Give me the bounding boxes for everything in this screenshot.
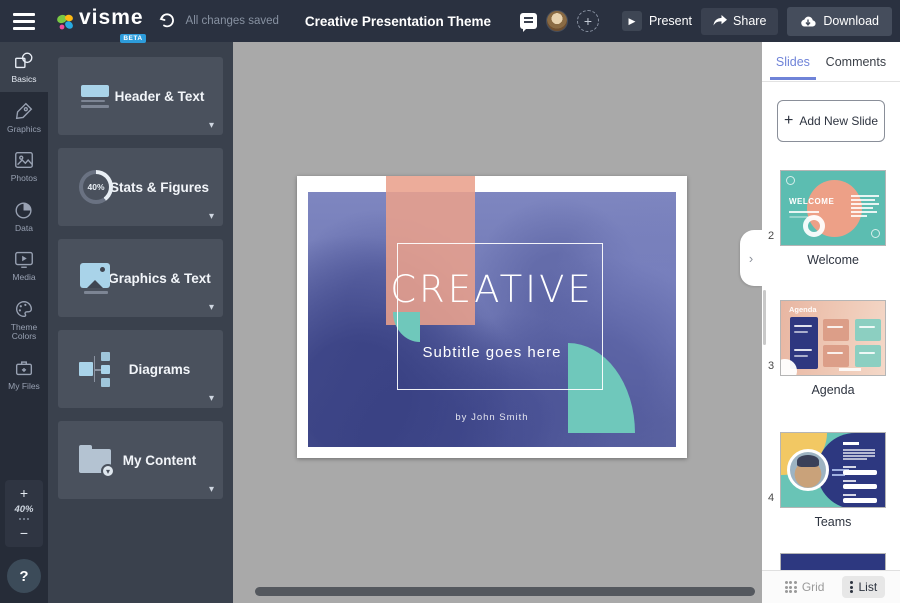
slide-thumbnail-label: Welcome [780, 253, 886, 267]
palette-icon [13, 298, 35, 320]
zoom-in-button[interactable]: + [20, 486, 28, 500]
zoom-widget: + 40% − [5, 480, 43, 547]
slide-thumbnail-row: Agenda 3 Agenda [780, 300, 886, 397]
vector-icon [13, 100, 35, 122]
invite-plus-icon: + [584, 13, 592, 29]
header-text-icon [81, 85, 111, 108]
grid-icon [785, 581, 797, 593]
rail-item-theme-colors[interactable]: Theme Colors [0, 290, 48, 349]
panel-tabs: Slides Comments [762, 42, 900, 82]
invite-collaborator-button[interactable]: + [577, 10, 599, 32]
shapes-icon [13, 50, 35, 72]
undo-button[interactable] [156, 10, 178, 32]
agenda-salmon-card [823, 345, 849, 367]
rail-item-media[interactable]: Media [0, 240, 48, 290]
panel-collapse-handle[interactable]: › [740, 230, 762, 286]
chevron-right-icon: › [749, 251, 753, 266]
current-slide[interactable]: CREATIVE Subtitle goes here by John Smit… [297, 176, 687, 458]
slide-thumbnail-partial[interactable] [780, 553, 886, 570]
briefcase-icon [13, 357, 35, 379]
expand-caret-icon[interactable]: ▾ [209, 393, 214, 404]
welcome-ring-icon [786, 176, 795, 185]
share-button[interactable]: Share [701, 8, 778, 35]
left-icon-rail: Basics Graphics Photos Data Media Theme … [0, 42, 48, 603]
welcome-ring-icon [871, 229, 880, 238]
section-diagrams[interactable]: Diagrams ▾ [58, 330, 223, 408]
stats-donut-icon: 40% [79, 170, 113, 204]
zoom-level: 40% [14, 504, 33, 515]
visme-editor: visme BETA All changes saved Creative Pr… [0, 0, 900, 603]
play-icon: ▶ [622, 11, 642, 31]
rail-item-graphics[interactable]: Graphics [0, 92, 48, 142]
basics-panel: Header & Text ▾ 40% Stats & Figures ▾ Gr… [48, 42, 233, 603]
editor-canvas[interactable]: CREATIVE Subtitle goes here by John Smit… [233, 42, 762, 603]
tab-comments[interactable]: Comments [824, 44, 888, 80]
pie-chart-icon [13, 199, 35, 221]
expand-caret-icon[interactable]: ▾ [209, 302, 214, 313]
slide-number: 4 [768, 492, 774, 504]
visme-logo[interactable]: visme BETA [54, 8, 144, 34]
expand-caret-icon[interactable]: ▾ [209, 484, 214, 495]
agenda-teal-card [855, 319, 881, 341]
expand-caret-icon[interactable]: ▾ [209, 120, 214, 131]
download-button[interactable]: Download [787, 7, 892, 36]
slide-thumbnail-welcome[interactable]: WELCOME [780, 170, 886, 246]
diagrams-icon [79, 352, 113, 386]
my-content-folder-icon: ▾ [79, 445, 113, 475]
present-button[interactable]: ▶ Present [622, 11, 692, 31]
slide-outline-frame[interactable] [397, 243, 603, 390]
slide-thumbnail-row: 4 Teams [780, 432, 886, 529]
list-view-button[interactable]: List [842, 576, 885, 598]
slides-panel: Slides Comments + Add New Slide WELCOME … [762, 42, 900, 603]
hamburger-menu-icon[interactable] [0, 0, 48, 42]
help-button[interactable]: ? [7, 559, 41, 593]
zoom-dots-icon [19, 518, 29, 520]
slide-thumbnail-row: WELCOME 2 Welcome [780, 170, 886, 267]
rail-item-my-files[interactable]: My Files [0, 349, 48, 399]
slide-number: 2 [768, 230, 774, 242]
slide-number: 3 [768, 360, 774, 372]
slide-thumbnail-label: Teams [780, 515, 886, 529]
rail-item-photos[interactable]: Photos [0, 141, 48, 191]
slide-thumbnail-label: Agenda [780, 383, 886, 397]
top-bar: visme BETA All changes saved Creative Pr… [0, 0, 900, 42]
download-cloud-icon [800, 15, 816, 28]
slide-title-text[interactable]: CREATIVE [297, 268, 687, 311]
agenda-teal-card [855, 345, 881, 367]
plus-icon: + [784, 112, 793, 130]
document-title: Creative Presentation Theme [305, 14, 491, 29]
video-icon [13, 248, 35, 270]
view-toggle-bar: Grid List [762, 570, 900, 603]
section-my-content[interactable]: ▾ My Content ▾ [58, 421, 223, 499]
slide-byline-text[interactable]: by John Smith [297, 412, 687, 423]
agenda-salmon-card [823, 319, 849, 341]
grid-view-button[interactable]: Grid [777, 576, 833, 598]
list-icon [850, 581, 853, 593]
image-icon [13, 149, 35, 171]
beta-badge: BETA [120, 34, 145, 43]
horizontal-scrollbar[interactable] [255, 587, 755, 596]
panel-scrollbar-thumb[interactable] [763, 290, 766, 345]
teams-member-photo [787, 449, 829, 491]
user-avatar[interactable] [546, 10, 568, 32]
notes-icon[interactable] [520, 13, 537, 29]
zoom-out-button[interactable]: − [20, 526, 28, 540]
section-graphics-text[interactable]: Graphics & Text ▾ [58, 239, 223, 317]
share-icon [713, 15, 727, 28]
logo-flower-icon [54, 12, 76, 34]
save-status: All changes saved [186, 15, 279, 27]
section-header-text[interactable]: Header & Text ▾ [58, 57, 223, 135]
add-new-slide-button[interactable]: + Add New Slide [777, 100, 885, 142]
section-stats-figures[interactable]: 40% Stats & Figures ▾ [58, 148, 223, 226]
welcome-donut-shape [803, 215, 825, 237]
slide-subtitle-text[interactable]: Subtitle goes here [297, 344, 687, 361]
slide-thumbnail-teams[interactable] [780, 432, 886, 508]
slide-thumbnail-agenda[interactable]: Agenda [780, 300, 886, 376]
rail-item-basics[interactable]: Basics [0, 42, 48, 92]
logo-text: visme [79, 8, 144, 28]
rail-item-data[interactable]: Data [0, 191, 48, 241]
tab-slides[interactable]: Slides [774, 44, 812, 80]
graphics-text-icon [80, 263, 112, 294]
expand-caret-icon[interactable]: ▾ [209, 211, 214, 222]
